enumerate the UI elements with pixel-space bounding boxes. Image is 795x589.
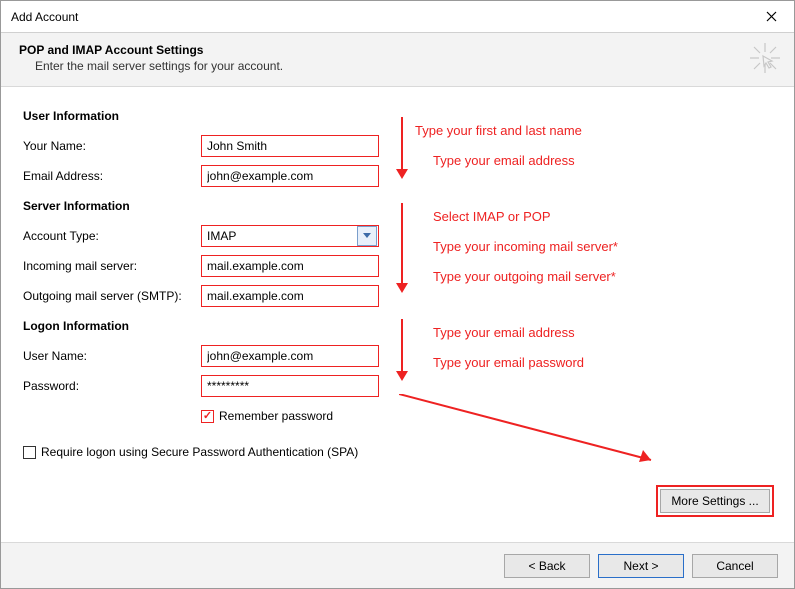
email-field-wrap [201, 165, 379, 187]
wizard-header: POP and IMAP Account Settings Enter the … [1, 33, 794, 87]
chevron-down-icon [363, 233, 371, 239]
your-name-field[interactable] [202, 139, 378, 153]
cancel-button[interactable]: Cancel [692, 554, 778, 578]
hint-email: Type your email address [433, 153, 575, 168]
hint-account-type: Select IMAP or POP [433, 209, 551, 224]
page-subheading: Enter the mail server settings for your … [35, 59, 782, 73]
row-username: User Name: [23, 341, 772, 371]
label-account-type: Account Type: [23, 229, 201, 243]
more-settings-button[interactable]: More Settings ... [660, 489, 770, 513]
section-server-info: Server Information [23, 199, 772, 213]
hint-username: Type your email address [433, 325, 575, 340]
row-password: Password: [23, 371, 772, 401]
title-bar: Add Account [1, 1, 794, 33]
outgoing-field-wrap [201, 285, 379, 307]
window-close-button[interactable] [749, 1, 794, 32]
hint-password: Type your email password [433, 355, 584, 370]
more-settings-highlight: More Settings ... [656, 485, 774, 517]
hint-your-name: Type your first and last name [415, 123, 582, 138]
username-field-wrap [201, 345, 379, 367]
account-type-value: IMAP [202, 229, 236, 243]
section-logon-info: Logon Information [23, 319, 772, 333]
account-type-combo[interactable]: IMAP [201, 225, 379, 247]
hint-outgoing: Type your outgoing mail server* [433, 269, 616, 284]
hint-incoming: Type your incoming mail server* [433, 239, 618, 254]
window-title: Add Account [11, 10, 78, 24]
remember-password-label: Remember password [219, 409, 333, 423]
spa-label: Require logon using Secure Password Auth… [41, 445, 358, 459]
username-field[interactable] [202, 349, 378, 363]
page-heading: POP and IMAP Account Settings [19, 43, 782, 57]
wizard-footer: < Back Next > Cancel [1, 542, 794, 588]
incoming-field[interactable] [202, 259, 378, 273]
row-outgoing: Outgoing mail server (SMTP): [23, 281, 772, 311]
your-name-field-wrap [201, 135, 379, 157]
remember-password-row[interactable]: Remember password [201, 405, 772, 427]
incoming-field-wrap [201, 255, 379, 277]
label-email: Email Address: [23, 169, 201, 183]
next-button[interactable]: Next > [598, 554, 684, 578]
password-field-wrap [201, 375, 379, 397]
spa-checkbox[interactable] [23, 446, 36, 459]
wizard-body: User Information Your Name: Type your fi… [1, 87, 794, 547]
row-account-type: Account Type: IMAP [23, 221, 772, 251]
label-password: Password: [23, 379, 201, 393]
email-field[interactable] [202, 169, 378, 183]
account-type-dropdown-button[interactable] [357, 226, 377, 246]
spa-row[interactable]: Require logon using Secure Password Auth… [23, 441, 772, 463]
section-user-info: User Information [23, 109, 772, 123]
row-your-name: Your Name: [23, 131, 772, 161]
outgoing-field[interactable] [202, 289, 378, 303]
cursor-star-icon [750, 43, 780, 73]
label-outgoing: Outgoing mail server (SMTP): [23, 289, 201, 303]
add-account-window: Add Account POP and IMAP Account Setting… [0, 0, 795, 589]
password-field[interactable] [202, 379, 378, 393]
remember-password-checkbox[interactable] [201, 410, 214, 423]
label-incoming: Incoming mail server: [23, 259, 201, 273]
label-your-name: Your Name: [23, 139, 201, 153]
back-button[interactable]: < Back [504, 554, 590, 578]
label-username: User Name: [23, 349, 201, 363]
row-incoming: Incoming mail server: [23, 251, 772, 281]
close-icon [766, 11, 777, 22]
row-email: Email Address: [23, 161, 772, 191]
